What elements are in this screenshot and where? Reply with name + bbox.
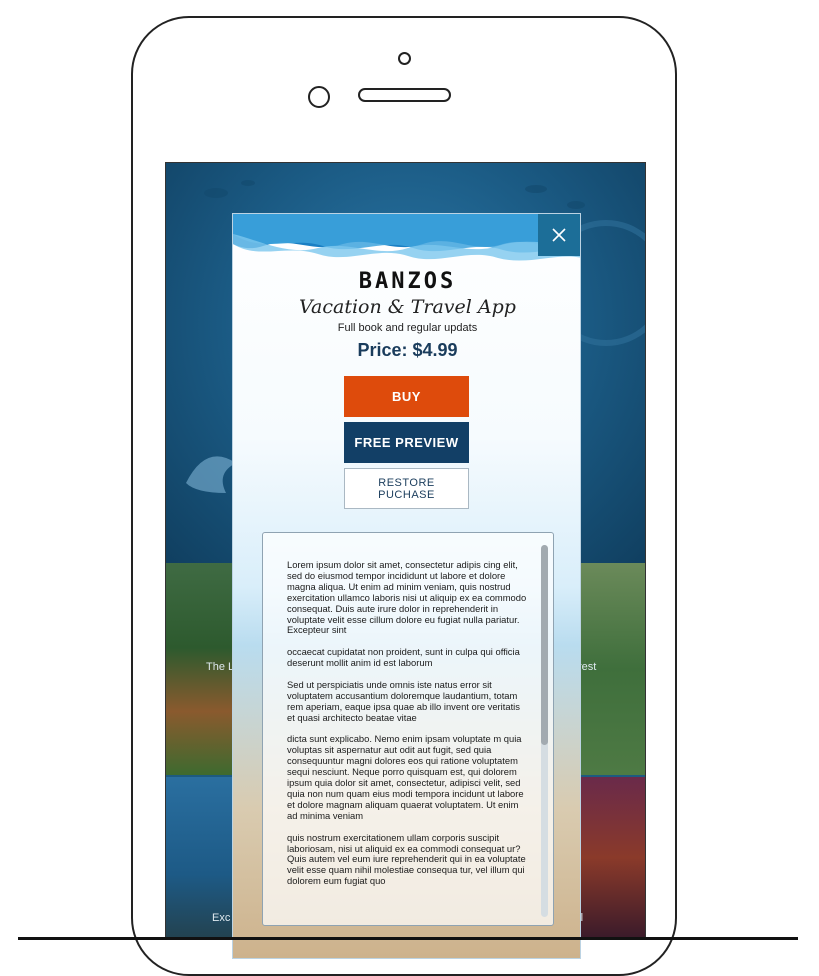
close-icon xyxy=(552,228,566,242)
speaker-grille xyxy=(358,88,451,102)
price-label: Price: $4.99 xyxy=(357,340,458,360)
scrollbar-track[interactable] xyxy=(541,545,548,917)
tile-caption: Exc xyxy=(212,912,231,924)
description-text: Lorem ipsum dolor sit amet, consectetur … xyxy=(287,559,527,898)
app-tagline: Full book and regular updats xyxy=(337,322,478,334)
front-camera xyxy=(398,52,411,65)
free-preview-button[interactable]: FREE PREVIEW xyxy=(344,422,469,463)
description-paragraph: Sed ut perspiciatis unde omnis iste natu… xyxy=(287,678,520,723)
description-paragraph: occaecat cupidatat non proident, sunt in… xyxy=(287,646,520,669)
description-paragraph: quis nostrum exercitationem ullam corpor… xyxy=(287,831,526,887)
floor-line xyxy=(18,937,798,940)
description-panel[interactable]: Lorem ipsum dolor sit amet, consectetur … xyxy=(262,532,554,926)
tile-caption: The L xyxy=(206,661,235,673)
scrollbar-thumb[interactable] xyxy=(541,545,548,745)
app-brand: BANZOS xyxy=(358,269,457,294)
description-paragraph: dicta sunt explicabo. Nemo enim ipsam vo… xyxy=(287,733,524,821)
buy-button[interactable]: BUY xyxy=(344,376,469,417)
wave-header-decoration xyxy=(233,214,580,261)
app-subtitle: Vacation & Travel App xyxy=(299,296,516,318)
purchase-modal: BANZOS Vacation & Travel App Full book a… xyxy=(232,213,581,959)
description-paragraph: Lorem ipsum dolor sit amet, consectetur … xyxy=(287,559,527,636)
sensor-dot xyxy=(308,86,330,108)
close-button[interactable] xyxy=(538,214,580,256)
restore-purchase-button[interactable]: RESTORE PUCHASE xyxy=(344,468,469,509)
